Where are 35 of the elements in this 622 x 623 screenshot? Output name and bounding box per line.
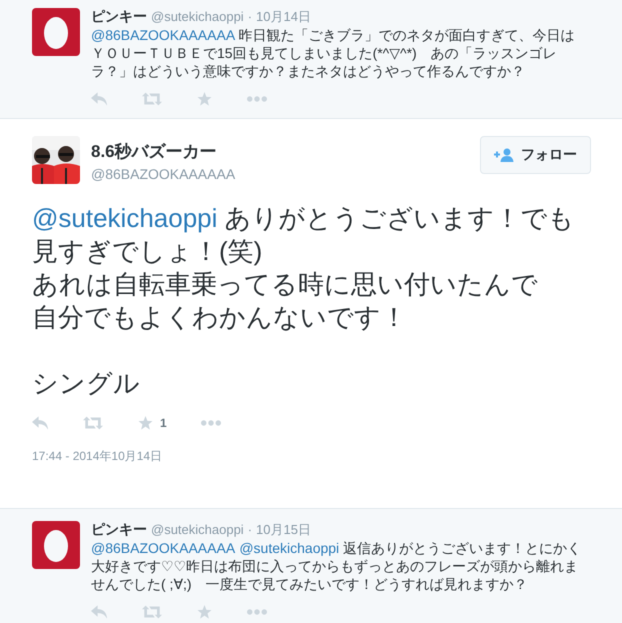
- separator-dot: ·: [248, 522, 252, 537]
- user-handle: @sutekichaoppi: [151, 9, 244, 24]
- mention-link[interactable]: @sutekichaoppi: [32, 203, 218, 233]
- tweet-date[interactable]: 10月15日: [256, 521, 311, 539]
- mention-link[interactable]: @86BAZOOKAAAAAA: [91, 540, 236, 556]
- egg-avatar-icon[interactable]: [32, 8, 80, 56]
- tweet-timestamp[interactable]: 17:44 - 2014年10月14日: [32, 448, 591, 465]
- retweet-icon[interactable]: [142, 605, 162, 619]
- follow-button[interactable]: フォロー: [480, 136, 591, 174]
- favorite-count: 1: [160, 416, 167, 430]
- mention-link[interactable]: @86BAZOOKAAAAAA: [91, 27, 234, 43]
- tweet-text: @86BAZOOKAAAAAA @sutekichaoppi 返信ありがとうございます！とにかく大好きです♡♡昨日は布団に入ってからもずっとあのフレーズが頭から離れませんでした( ;∀;) 一度生で見てみたいです！どうすれば見れますか？: [91, 539, 582, 593]
- tweet-text: @sutekichaoppi ありがとうございます！でも見すぎでしょ！(笑): [32, 202, 576, 268]
- tweet-text: 自分でもよくわかんないです！: [32, 301, 408, 334]
- egg-avatar-icon[interactable]: [32, 521, 80, 569]
- user-handle: @sutekichaoppi: [151, 522, 244, 537]
- separator-dot: ·: [248, 9, 252, 24]
- mention-link[interactable]: @sutekichaoppi: [239, 540, 340, 556]
- user-handle: @86BAZOOKAAAAAA: [91, 166, 236, 182]
- reply-icon[interactable]: [91, 92, 108, 106]
- reply-icon[interactable]: [91, 605, 108, 619]
- tweet-date[interactable]: 10月14日: [256, 8, 311, 26]
- tweet-text: @86BAZOOKAAAAAA 昨日観た「ごきブラ」でのネタが面白すぎて、今日はＹＯＵーＴＵＢＥで15回も見てしまいました(*^▽^*) あの「ラッスンゴレラ？」はどういう意味ですか？またネタはどうやって作るんですか？: [91, 26, 576, 80]
- retweet-icon[interactable]: [83, 416, 103, 430]
- retweet-icon[interactable]: [142, 92, 162, 106]
- reply-icon[interactable]: [32, 416, 49, 430]
- user-name[interactable]: ピンキー: [91, 521, 147, 539]
- favorite-star-icon[interactable]: [196, 92, 213, 106]
- tweet-text: シングル: [32, 367, 141, 400]
- user-name[interactable]: ピンキー: [91, 8, 147, 26]
- add-person-icon: [494, 148, 514, 162]
- favorite-star-icon[interactable]: [196, 605, 213, 619]
- favorite-star-icon[interactable]: [137, 416, 154, 430]
- user-name[interactable]: 8.6秒バズーカー: [91, 140, 480, 163]
- tweet-text: あれは自転車乗ってる時に思い付いたんで: [32, 268, 539, 301]
